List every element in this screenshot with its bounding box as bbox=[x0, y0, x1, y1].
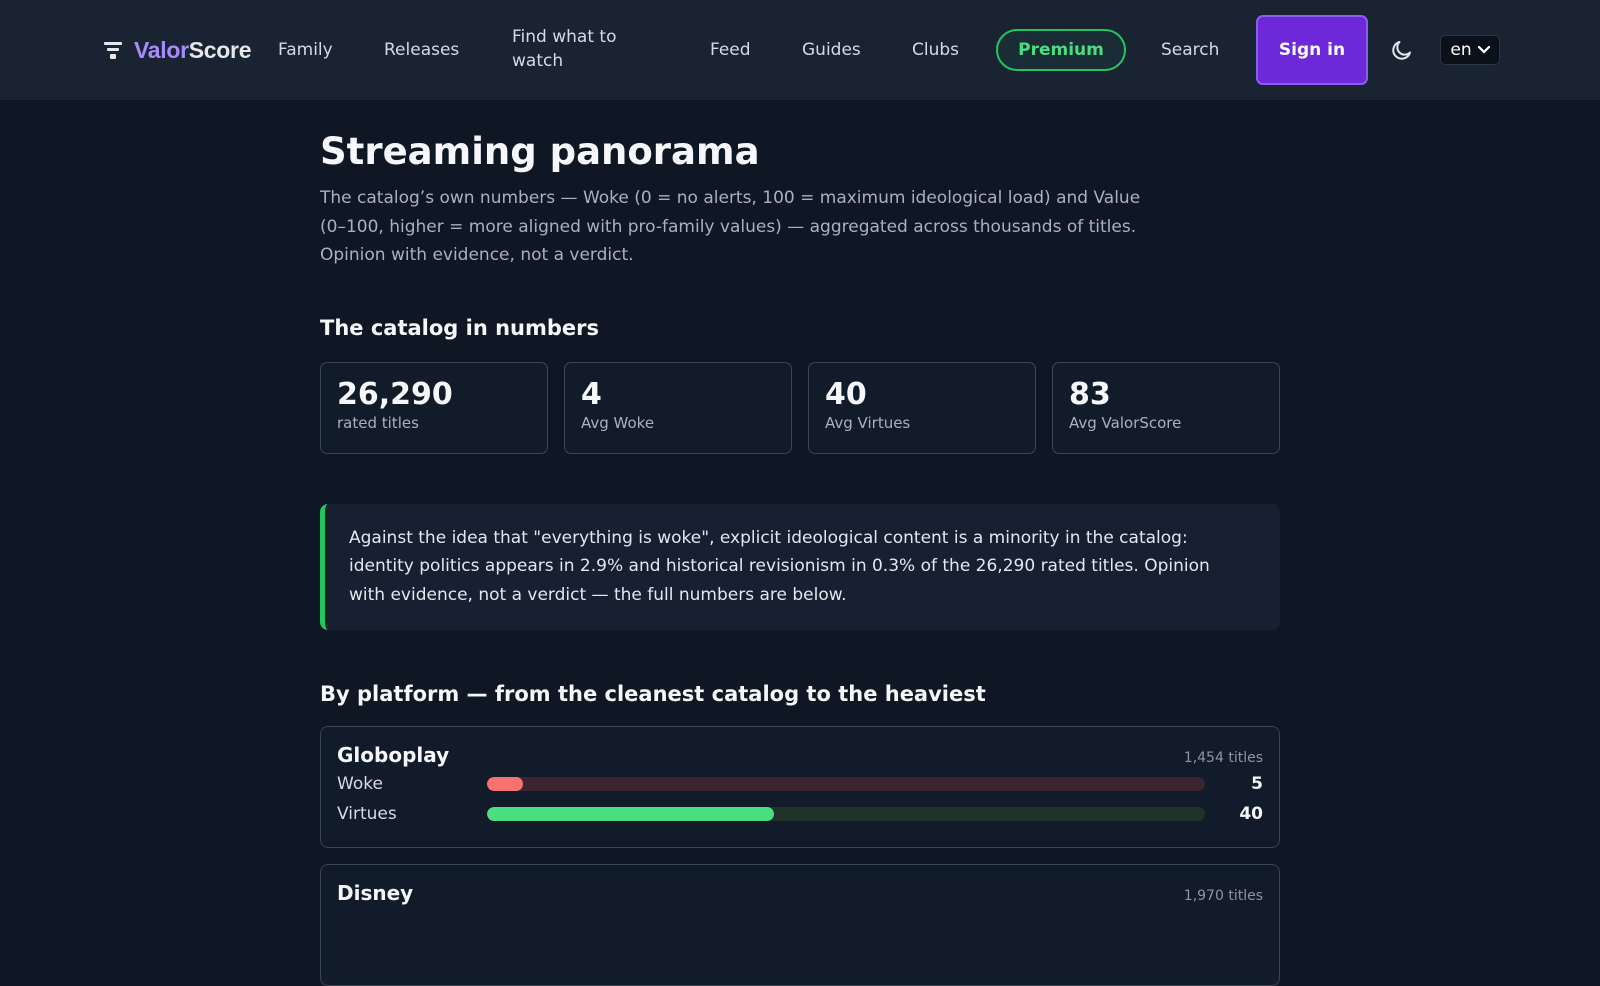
woke-metric-row: Woke 5 bbox=[337, 769, 1263, 799]
virtues-bar-fill bbox=[487, 806, 775, 821]
metric-label: Woke bbox=[337, 773, 383, 794]
virtues-value: 40 bbox=[1239, 803, 1263, 824]
stat-value: 83 bbox=[1069, 376, 1111, 412]
top-navbar: ValorScore Family Releases Find what to … bbox=[0, 0, 1600, 100]
woke-bar-fill bbox=[487, 776, 523, 791]
moon-icon[interactable] bbox=[1390, 38, 1414, 62]
stat-card-rated-titles: 26,290 rated titles bbox=[320, 361, 548, 454]
nav-releases[interactable]: Releases bbox=[384, 38, 459, 62]
stat-value: 26,290 bbox=[337, 376, 453, 412]
platform-name: Globoplay bbox=[337, 742, 450, 767]
filter-icon bbox=[104, 42, 122, 59]
nav-find-what-to-watch[interactable]: Find what to watch bbox=[512, 25, 642, 73]
platform-title-count: 1,970 titles bbox=[1183, 887, 1263, 904]
stat-label: rated titles bbox=[337, 413, 419, 432]
stat-card-avg-virtues: 40 Avg Virtues bbox=[808, 361, 1036, 454]
platform-card-globoplay[interactable]: Globoplay 1,454 titles Woke 5 Virtues 40 bbox=[320, 725, 1280, 848]
stat-card-avg-woke: 4 Avg Woke bbox=[564, 361, 792, 454]
virtues-bar bbox=[487, 806, 1205, 821]
language-select[interactable]: en bbox=[1440, 35, 1500, 65]
stats-row: 26,290 rated titles 4 Avg Woke 40 Avg Vi… bbox=[320, 361, 1280, 454]
nav-search[interactable]: Search bbox=[1161, 38, 1219, 62]
woke-value: 5 bbox=[1251, 773, 1263, 794]
platform-name: Disney bbox=[337, 880, 414, 905]
stat-label: Avg ValorScore bbox=[1069, 413, 1182, 432]
platform-title-count: 1,454 titles bbox=[1183, 749, 1263, 766]
stat-value: 4 bbox=[581, 376, 602, 412]
page-intro: The catalog’s own numbers — Woke (0 = no… bbox=[320, 188, 1141, 265]
stat-value: 40 bbox=[825, 376, 867, 412]
woke-bar bbox=[487, 776, 1205, 791]
evidence-callout: Against the idea that "everything is wok… bbox=[320, 503, 1280, 630]
nav-family[interactable]: Family bbox=[278, 38, 333, 62]
metric-label: Virtues bbox=[337, 803, 397, 824]
language-value: en bbox=[1450, 40, 1472, 60]
brand-logo[interactable]: ValorScore bbox=[102, 34, 252, 66]
nav-guides[interactable]: Guides bbox=[802, 38, 861, 62]
nav-clubs[interactable]: Clubs bbox=[912, 38, 959, 62]
nav-feed[interactable]: Feed bbox=[710, 38, 751, 62]
premium-button[interactable]: Premium bbox=[996, 29, 1126, 71]
catalog-heading: The catalog in numbers bbox=[320, 315, 599, 340]
platforms-heading: By platform — from the cleanest catalog … bbox=[320, 681, 986, 706]
sign-in-button[interactable]: Sign in bbox=[1256, 15, 1368, 85]
stat-card-avg-valorscore: 83 Avg ValorScore bbox=[1052, 361, 1280, 454]
virtues-metric-row: Virtues 40 bbox=[337, 799, 1263, 829]
page-title: Streaming panorama bbox=[320, 130, 760, 173]
stat-label: Avg Virtues bbox=[825, 413, 911, 432]
platform-card-disney[interactable]: Disney 1,970 titles bbox=[320, 863, 1280, 986]
chevron-down-icon bbox=[1477, 46, 1490, 54]
stat-label: Avg Woke bbox=[581, 413, 655, 432]
main-content: Streaming panorama The catalog’s own num… bbox=[320, 100, 1280, 986]
brand-name: ValorScore bbox=[134, 36, 252, 63]
